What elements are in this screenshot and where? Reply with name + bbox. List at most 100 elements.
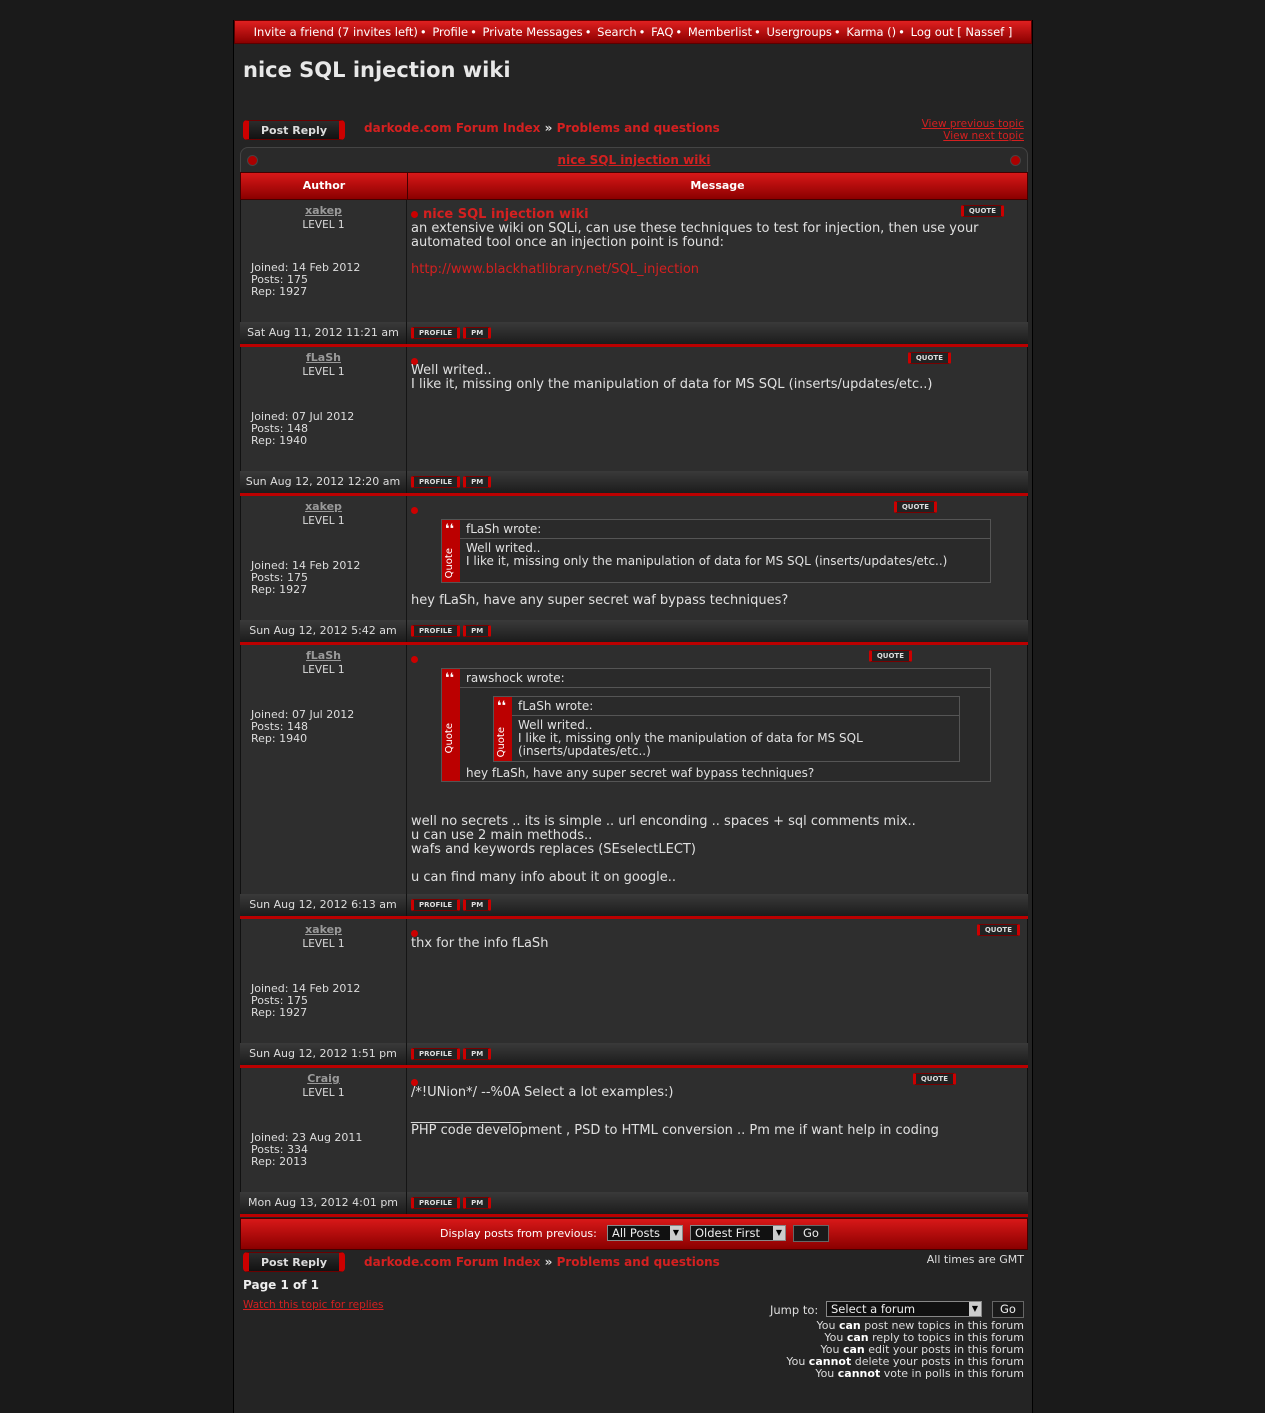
author-rep: Rep: 2013 — [251, 1155, 308, 1168]
post-message-cell: QUOTE ❛❛ Quote fLaSh wrote: Well writed..… — [407, 496, 1027, 620]
post-order-value: Oldest First — [695, 1226, 760, 1240]
display-go-button[interactable]: Go — [793, 1225, 829, 1242]
post-footer: Sun Aug 12, 2012 6:13 am PROFILE PM — [240, 894, 1028, 919]
topic-title-link[interactable]: nice SQL injection wiki — [558, 153, 711, 167]
breadcrumb: darkode.com Forum Index » Problems and q… — [364, 121, 720, 135]
nav-invite[interactable]: Invite a friend (7 invites left) — [254, 25, 418, 39]
nav-memberlist[interactable]: Memberlist — [688, 25, 752, 39]
topic-nav-links: View previous topic View next topic — [922, 118, 1024, 142]
post-row: xakep LEVEL 1 Joined: 14 Feb 2012 Posts:… — [240, 496, 1028, 620]
post-row: Craig LEVEL 1 Joined: 23 Aug 2011 Posts:… — [240, 1068, 1028, 1192]
quote-button[interactable]: QUOTE — [907, 352, 951, 364]
quote-button[interactable]: QUOTE — [976, 924, 1020, 936]
author-username-link[interactable]: xakep — [241, 923, 406, 936]
author-rep: Rep: 1940 — [251, 434, 308, 447]
quote-mark-icon: ❛❛ — [497, 699, 507, 714]
post-order-select[interactable]: Oldest First ▼ — [690, 1225, 786, 1241]
breadcrumb-index-link[interactable]: darkode.com Forum Index — [364, 121, 540, 135]
quote-block: ❛❛ Quote fLaSh wrote: Well writed.. I lik… — [441, 519, 991, 583]
right-bullet-icon — [1010, 155, 1021, 166]
profile-button[interactable]: PROFILE — [411, 476, 461, 488]
post-footer: Sun Aug 12, 2012 5:42 am PROFILE PM — [240, 620, 1028, 645]
quote-button[interactable]: QUOTE — [960, 205, 1004, 217]
post-reply-button[interactable]: Post Reply — [243, 120, 345, 140]
nav-faq[interactable]: FAQ — [651, 25, 673, 39]
signature-rule: _________________ — [411, 1109, 522, 1124]
view-next-topic-link[interactable]: View next topic — [922, 130, 1024, 142]
nav-search[interactable]: Search — [597, 25, 637, 39]
author-username-link[interactable]: fLaSh — [241, 649, 406, 662]
quote-text-line: (inserts/updates/etc..) — [518, 744, 651, 758]
quote-author: rawshock wrote: — [460, 669, 990, 688]
author-rep: Rep: 1940 — [251, 732, 308, 745]
post-footer: Sun Aug 12, 2012 1:51 pm PROFILE PM — [240, 1043, 1028, 1068]
quote-mark-icon: ❛❛ — [445, 522, 455, 537]
breadcrumb-separator: » — [544, 1255, 553, 1269]
chevron-down-icon: ▼ — [773, 1226, 785, 1240]
post-reply-button-bottom[interactable]: Post Reply — [243, 1252, 345, 1272]
display-options-bar: Display posts from previous: All Posts ▼ … — [240, 1218, 1028, 1250]
author-rep: Rep: 1927 — [251, 285, 308, 298]
page-indicator: Page 1 of 1 — [243, 1278, 319, 1292]
pm-button[interactable]: PM — [463, 899, 492, 911]
post-text-line: an extensive wiki on SQLi, can use these… — [411, 221, 979, 236]
author-username-link[interactable]: xakep — [241, 204, 406, 217]
view-previous-topic-link[interactable]: View previous topic — [922, 118, 1024, 130]
pm-button[interactable]: PM — [463, 1048, 492, 1060]
profile-button[interactable]: PROFILE — [411, 327, 461, 339]
profile-button[interactable]: PROFILE — [411, 1048, 461, 1060]
nav-logout[interactable]: Log out [ Nassef ] — [911, 25, 1013, 39]
quote-author: fLaSh wrote: — [460, 520, 990, 539]
post-message-cell: QUOTE nice SQL injection wiki an extensi… — [407, 200, 1027, 322]
nav-karma[interactable]: Karma () — [846, 25, 896, 39]
post-footer: Mon Aug 13, 2012 4:01 pm PROFILE PM — [240, 1192, 1028, 1217]
post-bullet-icon — [411, 507, 418, 514]
jump-go-button[interactable]: Go — [992, 1301, 1024, 1318]
watch-topic-link[interactable]: Watch this topic for replies — [243, 1299, 384, 1311]
post-link[interactable]: http://www.blackhatlibrary.net/SQL_injec… — [411, 262, 699, 277]
signature-text: PHP code development , PSD to HTML conve… — [411, 1123, 939, 1138]
author-username-link[interactable]: fLaSh — [241, 351, 406, 364]
quote-button[interactable]: QUOTE — [868, 650, 912, 662]
profile-button[interactable]: PROFILE — [411, 625, 461, 637]
post-text-line: automated tool once an injection point i… — [411, 235, 725, 250]
author-level: LEVEL 1 — [302, 515, 345, 527]
pm-button[interactable]: PM — [463, 327, 492, 339]
top-nav-bar: Invite a friend (7 invites left) • Profil… — [234, 20, 1032, 44]
post-author-cell: fLaSh LEVEL 1 Joined: 07 Jul 2012 Posts:… — [241, 347, 407, 471]
post-date: Sun Aug 12, 2012 1:51 pm — [240, 1043, 407, 1065]
pm-button[interactable]: PM — [463, 476, 492, 488]
table-header: Author Message — [240, 172, 1028, 200]
breadcrumb-forum-link[interactable]: Problems and questions — [557, 121, 720, 135]
breadcrumb-forum-link[interactable]: Problems and questions — [557, 1255, 720, 1269]
author-stats: Joined: 07 Jul 2012 Posts: 148 Rep: 1940 — [251, 709, 354, 745]
permission-line: You cannot vote in polls in this forum — [815, 1367, 1024, 1380]
post-range-select[interactable]: All Posts ▼ — [607, 1225, 683, 1241]
jump-to-select[interactable]: Select a forum ▼ — [826, 1301, 982, 1317]
nav-usergroups[interactable]: Usergroups — [767, 25, 832, 39]
post-text-line: wafs and keywords replaces (SEselectLECT… — [411, 842, 696, 857]
pm-button[interactable]: PM — [463, 625, 492, 637]
post-row: fLaSh LEVEL 1 Joined: 07 Jul 2012 Posts:… — [240, 645, 1028, 894]
post-footer: Sun Aug 12, 2012 12:20 am PROFILE PM — [240, 471, 1028, 496]
profile-button[interactable]: PROFILE — [411, 1197, 461, 1209]
post-bullet-icon — [411, 211, 418, 218]
quote-label: Quote — [496, 726, 507, 757]
profile-button[interactable]: PROFILE — [411, 899, 461, 911]
post-text-line: well no secrets .. its is simple .. url … — [411, 814, 916, 829]
author-username-link[interactable]: Craig — [241, 1072, 406, 1085]
jump-to-value: Select a forum — [831, 1302, 916, 1316]
quote-button[interactable]: QUOTE — [912, 1073, 956, 1085]
nav-private-messages[interactable]: Private Messages — [483, 25, 583, 39]
author-username-link[interactable]: xakep — [241, 500, 406, 513]
quote-button[interactable]: QUOTE — [893, 501, 937, 513]
post-row: fLaSh LEVEL 1 Joined: 07 Jul 2012 Posts:… — [240, 347, 1028, 471]
breadcrumb-bottom: darkode.com Forum Index » Problems and q… — [364, 1255, 720, 1269]
post-date: Sun Aug 12, 2012 5:42 am — [240, 620, 407, 642]
page-title: nice SQL injection wiki — [243, 58, 511, 82]
breadcrumb-index-link[interactable]: darkode.com Forum Index — [364, 1255, 540, 1269]
pm-button[interactable]: PM — [463, 1197, 492, 1209]
quote-label: Quote — [444, 547, 455, 578]
nav-profile[interactable]: Profile — [432, 25, 468, 39]
page-container: Invite a friend (7 invites left) • Profil… — [233, 20, 1033, 1413]
